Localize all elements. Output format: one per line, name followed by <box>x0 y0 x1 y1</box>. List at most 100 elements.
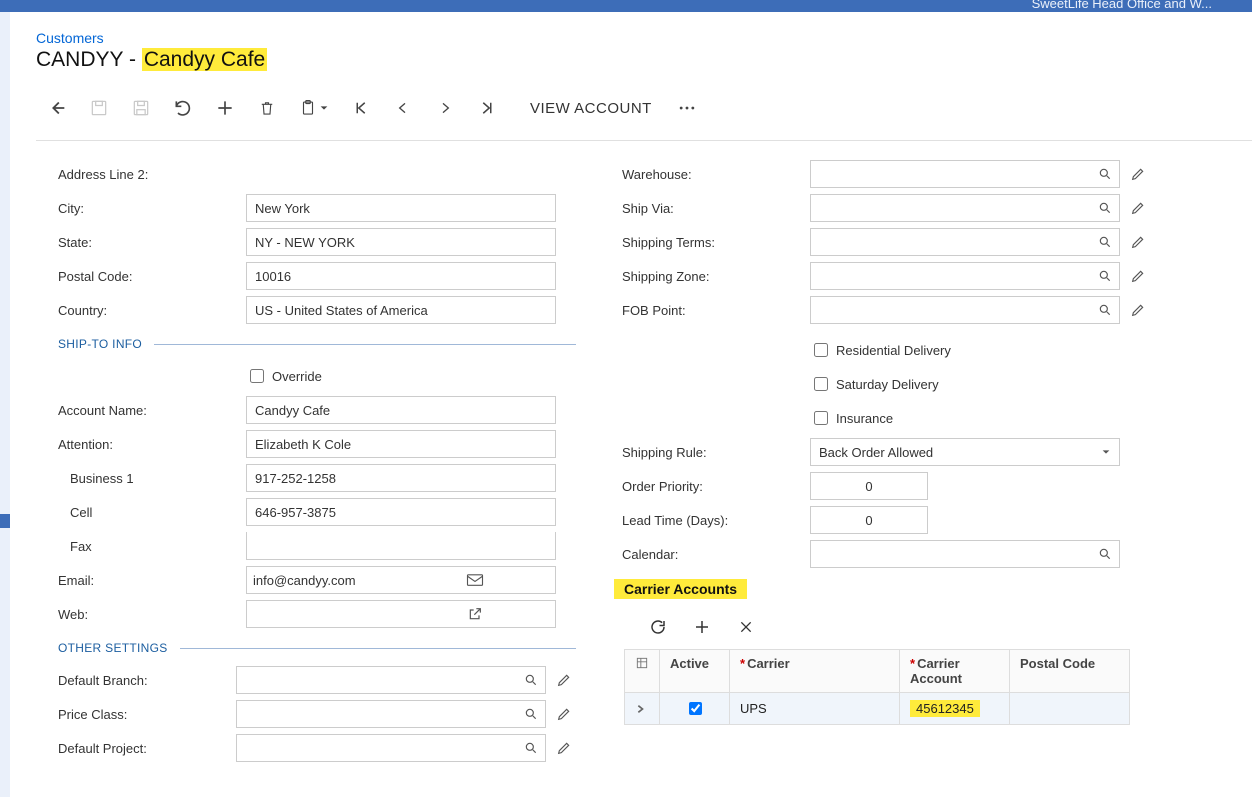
attention-value: Elizabeth K Cole <box>246 430 556 458</box>
saturday-checkbox[interactable] <box>814 377 828 391</box>
account-name-value: Candyy Cafe <box>246 396 556 424</box>
search-icon[interactable] <box>517 701 545 727</box>
clipboard-button[interactable] <box>288 90 340 126</box>
external-link-icon[interactable] <box>401 604 549 624</box>
branch-title: SweetLife Head Office and W... <box>1032 0 1212 11</box>
delete-button[interactable] <box>246 90 288 126</box>
prev-button[interactable] <box>382 90 424 126</box>
search-icon[interactable] <box>1091 229 1119 255</box>
first-button[interactable] <box>340 90 382 126</box>
shipzone-input[interactable] <box>811 269 1091 284</box>
calendar-input[interactable] <box>811 547 1091 562</box>
col-postal-header[interactable]: Postal Code <box>1010 650 1130 693</box>
row-account-value[interactable]: 45612345 <box>900 693 1010 725</box>
edit-icon[interactable] <box>552 668 576 692</box>
main-toolbar: VIEW ACCOUNT <box>36 90 1252 126</box>
breadcrumb[interactable]: Customers <box>36 30 1252 46</box>
price-class-label: Price Class: <box>58 707 236 722</box>
email-label: Email: <box>58 573 246 588</box>
shipterms-input[interactable] <box>811 235 1091 250</box>
add-row-button[interactable] <box>686 611 718 643</box>
fob-input[interactable] <box>811 303 1091 318</box>
fax-value <box>246 532 556 560</box>
search-icon[interactable] <box>1091 297 1119 323</box>
email-value: info@candyy.com <box>253 573 401 588</box>
country-value: US - United States of America <box>246 296 556 324</box>
row-active-checkbox[interactable] <box>689 702 702 715</box>
view-account-button[interactable]: VIEW ACCOUNT <box>516 100 666 117</box>
edit-icon[interactable] <box>1126 230 1150 254</box>
calendar-label: Calendar: <box>622 547 810 562</box>
search-icon[interactable] <box>1091 161 1119 187</box>
override-checkbox[interactable] <box>250 369 264 383</box>
back-button[interactable] <box>36 90 78 126</box>
shipvia-label: Ship Via: <box>622 201 810 216</box>
row-expand-icon[interactable] <box>625 693 660 725</box>
default-project-label: Default Project: <box>58 741 236 756</box>
city-value: New York <box>246 194 556 222</box>
delete-row-button[interactable] <box>730 611 762 643</box>
search-icon[interactable] <box>517 735 545 761</box>
attention-label: Attention: <box>58 437 246 452</box>
shipzone-label: Shipping Zone: <box>622 269 810 284</box>
insurance-checkbox[interactable] <box>814 411 828 425</box>
add-button[interactable] <box>204 90 246 126</box>
override-label: Override <box>272 369 322 384</box>
business1-label: Business 1 <box>58 471 246 486</box>
business1-value: 917-252-1258 <box>246 464 556 492</box>
shiprule-dropdown[interactable]: Back Order Allowed <box>810 438 1120 466</box>
undo-button[interactable] <box>162 90 204 126</box>
cell-value: 646-957-3875 <box>246 498 556 526</box>
leadtime-input[interactable] <box>810 506 928 534</box>
edit-icon[interactable] <box>1126 162 1150 186</box>
more-actions-button[interactable] <box>666 90 708 126</box>
edit-icon[interactable] <box>1126 264 1150 288</box>
default-branch-label: Default Branch: <box>58 673 236 688</box>
warehouse-input[interactable] <box>811 167 1091 182</box>
state-label: State: <box>58 235 246 250</box>
row-carrier-value[interactable]: UPS <box>730 693 900 725</box>
default-project-input[interactable] <box>237 741 517 756</box>
row-postal-value[interactable] <box>1010 693 1130 725</box>
search-icon[interactable] <box>1091 541 1119 567</box>
chevron-down-icon <box>1101 447 1111 457</box>
residential-checkbox[interactable] <box>814 343 828 357</box>
shipvia-input[interactable] <box>811 201 1091 216</box>
col-account-header[interactable]: *Carrier Account <box>900 650 1010 693</box>
edit-icon[interactable] <box>552 736 576 760</box>
next-button[interactable] <box>424 90 466 126</box>
edit-icon[interactable] <box>1126 196 1150 220</box>
insurance-label: Insurance <box>836 411 893 426</box>
table-row[interactable]: UPS 45612345 <box>625 693 1130 725</box>
edit-icon[interactable] <box>552 702 576 726</box>
col-active-header[interactable]: Active <box>660 650 730 693</box>
orderpriority-label: Order Priority: <box>622 479 810 494</box>
leadtime-label: Lead Time (Days): <box>622 513 810 528</box>
default-branch-input[interactable] <box>237 673 517 688</box>
postal-label: Postal Code: <box>58 269 246 284</box>
save-button <box>120 90 162 126</box>
edit-icon[interactable] <box>1126 298 1150 322</box>
address-line2-label: Address Line 2: <box>58 167 246 182</box>
search-icon[interactable] <box>1091 195 1119 221</box>
price-class-input[interactable] <box>237 707 517 722</box>
grid-column-tools-icon[interactable] <box>625 650 660 693</box>
last-button[interactable] <box>466 90 508 126</box>
warehouse-label: Warehouse: <box>622 167 810 182</box>
postal-value: 10016 <box>246 262 556 290</box>
orderpriority-input[interactable] <box>810 472 928 500</box>
fax-label: Fax <box>58 539 246 554</box>
address-line2-value <box>246 160 556 188</box>
search-icon[interactable] <box>517 667 545 693</box>
mail-icon[interactable] <box>401 570 549 590</box>
city-label: City: <box>58 201 246 216</box>
refresh-button[interactable] <box>642 611 674 643</box>
search-icon[interactable] <box>1091 263 1119 289</box>
other-settings-header: OTHER SETTINGS <box>58 641 576 655</box>
save-close-button <box>78 90 120 126</box>
cell-label: Cell <box>58 505 246 520</box>
state-value: NY - NEW YORK <box>246 228 556 256</box>
col-carrier-header[interactable]: *Carrier <box>730 650 900 693</box>
web-label: Web: <box>58 607 246 622</box>
carrier-accounts-header: Carrier Accounts <box>614 579 747 599</box>
